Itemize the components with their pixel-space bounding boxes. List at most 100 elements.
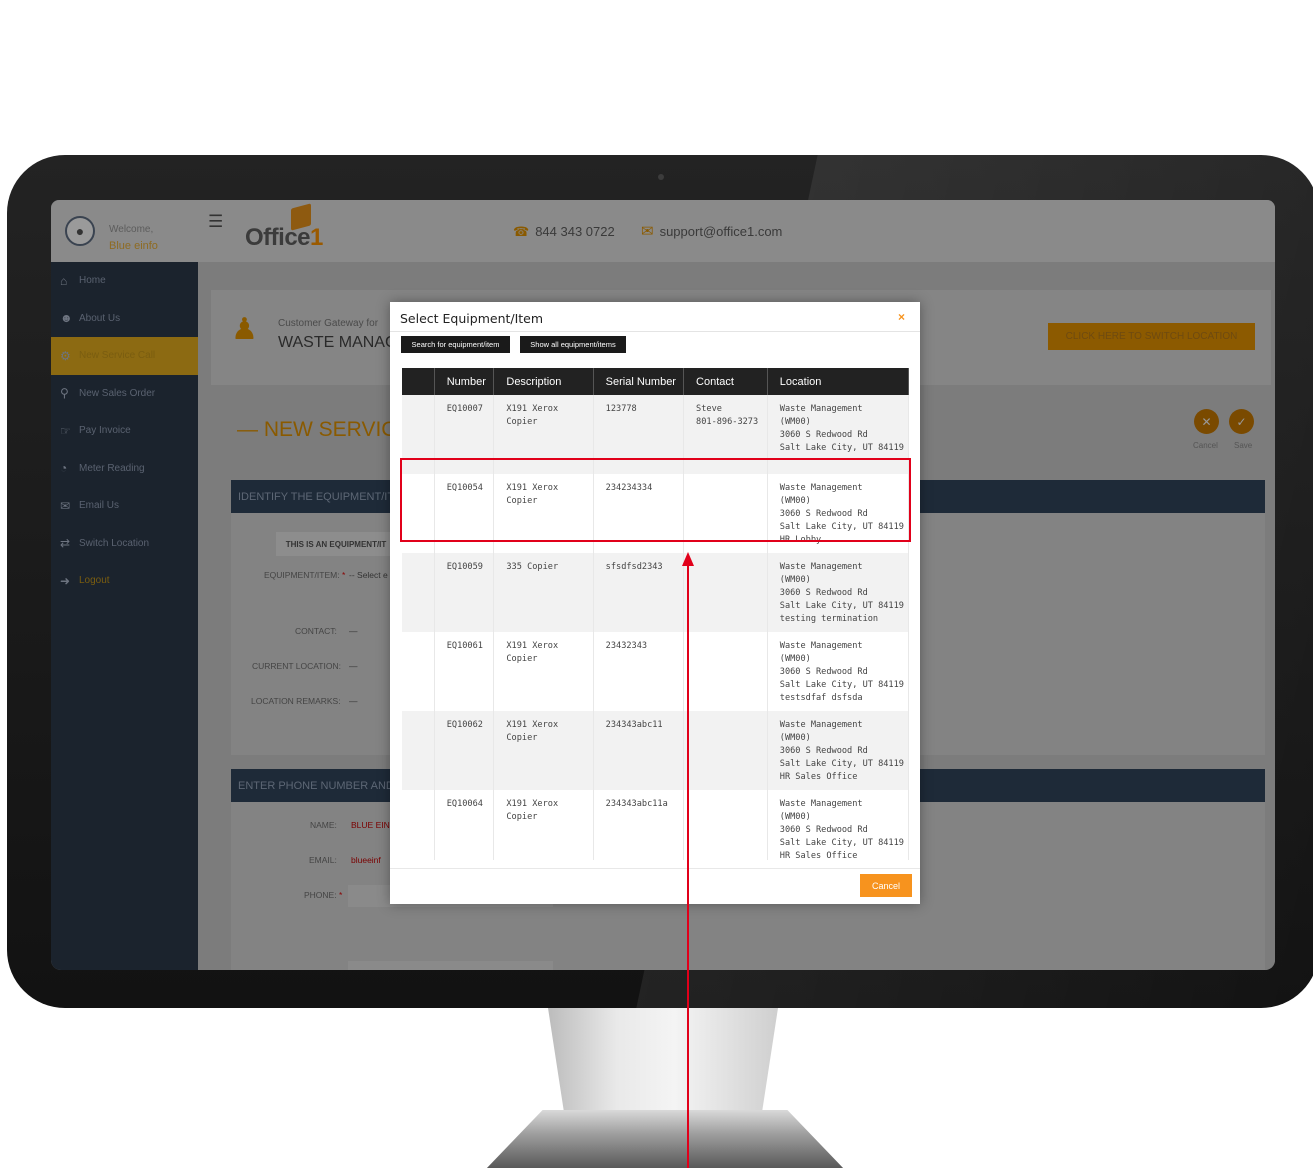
close-icon[interactable]: ×: [898, 310, 905, 324]
location-line: 3060 S Redwood Rd: [779, 746, 868, 756]
column-header-number[interactable]: Number: [434, 368, 495, 395]
description-line: 335 Copier: [506, 562, 559, 572]
modal-footer-divider: [390, 868, 920, 869]
description-line: Copier: [506, 654, 538, 664]
avatar-icon[interactable]: ●: [65, 216, 95, 246]
email-contact[interactable]: ✉ support@office1.com: [641, 222, 782, 240]
location-line: testsdfaf dsfsda: [779, 693, 863, 703]
sidebar-item-new-service-call[interactable]: ⚙ New Service Call: [51, 337, 198, 375]
location-line: testing termination: [779, 614, 879, 624]
contact-line: Steve: [696, 404, 722, 414]
table-row[interactable]: EQ10064 X191 Xerox Copier 234343abc11a Wa…: [402, 790, 909, 860]
location-line: Waste Management: [779, 562, 863, 572]
location-remarks-label: LOCATION REMARKS:: [251, 696, 341, 706]
number-cell: EQ10064: [434, 790, 495, 860]
sidebar-item-email-us[interactable]: ✉ Email Us: [51, 487, 198, 525]
sidebar-item-label: New Service Call: [79, 350, 156, 362]
location-line: (WM00): [779, 417, 811, 427]
column-header-location[interactable]: Location: [767, 368, 909, 395]
equipment-select[interactable]: -- Select e: [349, 570, 388, 580]
description-cell: X191 Xerox Copier: [493, 790, 594, 860]
column-header-serial-number[interactable]: Serial Number: [593, 368, 685, 395]
contact-value: —: [349, 626, 358, 636]
extra-input[interactable]: [348, 961, 553, 970]
sidebar-item-label: Logout: [79, 575, 110, 587]
location-line: (WM00): [779, 733, 811, 743]
meter-icon: ◔: [60, 461, 68, 476]
contact-line: 801-896-3273: [696, 417, 759, 427]
monitor-screen: ● Welcome, Blue einfo ☰ Office1 ☎ 844 343…: [51, 200, 1275, 970]
table-row[interactable]: EQ10061 X191 Xerox Copier 23432343 Waste …: [402, 632, 909, 711]
location-remarks-value: —: [349, 696, 358, 706]
search-equipment-button[interactable]: Search for equipment/item: [401, 336, 510, 353]
contact-cell: [683, 632, 768, 711]
cancel-circle-icon[interactable]: ✕: [1194, 409, 1219, 434]
column-header-description[interactable]: Description: [493, 368, 594, 395]
row-select-cell[interactable]: [402, 632, 435, 711]
show-all-equipment-button[interactable]: Show all equipment/items: [520, 336, 626, 353]
location-line: Salt Lake City, UT 84119: [779, 759, 904, 769]
gateway-label: Customer Gateway for: [278, 318, 379, 329]
sidebar-item-about-us[interactable]: ☻ About Us: [51, 300, 198, 338]
column-header-contact[interactable]: Contact: [683, 368, 768, 395]
sidebar-item-new-sales-order[interactable]: ⚲ New Sales Order: [51, 375, 198, 413]
sidebar-item-label: Home: [79, 275, 106, 287]
description-line: Copier: [506, 812, 538, 822]
description-line: X191 Xerox: [506, 799, 559, 809]
sidebar-item-logout[interactable]: ➜ Logout: [51, 562, 198, 600]
location-line: 3060 S Redwood Rd: [779, 667, 868, 677]
sidebar-nav: ⌂ Home ☻ About Us ⚙ New Service Call ⚲ New S…: [51, 262, 198, 600]
row-select-cell[interactable]: [402, 711, 435, 790]
logo[interactable]: Office1: [245, 224, 323, 252]
location-line: Salt Lake City, UT 84119: [779, 601, 904, 611]
service-icon: ⚙: [60, 348, 71, 363]
description-cell: X191 Xerox Copier: [493, 632, 594, 711]
equipment-table-wrap: Number Description Serial Number Contact…: [402, 368, 909, 860]
cancel-button[interactable]: Cancel: [860, 874, 912, 897]
gateway-customer: WASTE MANAGE: [278, 334, 409, 351]
table-row[interactable]: EQ10062 X191 Xerox Copier 234343abc11 Was…: [402, 711, 909, 790]
contact-label: CONTACT:: [295, 626, 337, 636]
switch-icon: ⇄: [60, 536, 71, 551]
serial-cell: 234343abc11a: [593, 790, 685, 860]
location-cell: Waste Management (WM00) 3060 S Redwood Rd S…: [767, 632, 909, 711]
mail-icon: ✉: [60, 498, 71, 513]
name-label: NAME:: [310, 820, 337, 830]
sidebar-item-label: Meter Reading: [79, 462, 145, 474]
description-cell: 335 Copier: [493, 553, 594, 632]
sidebar-item-pay-invoice[interactable]: ☞ Pay Invoice: [51, 412, 198, 450]
location-line: (WM00): [779, 575, 811, 585]
highlight-box: [400, 458, 911, 542]
table-row[interactable]: EQ10059 335 Copier sfsdfsd2343 Waste Man…: [402, 553, 909, 632]
location-line: HR Sales Office: [779, 772, 858, 782]
location-line: 3060 S Redwood Rd: [779, 588, 868, 598]
app-background: ● Welcome, Blue einfo ☰ Office1 ☎ 844 343…: [51, 200, 1275, 970]
phone-label-text: PHONE:: [304, 890, 337, 900]
sidebar-item-home[interactable]: ⌂ Home: [51, 262, 198, 300]
row-select-cell[interactable]: [402, 790, 435, 860]
camera-icon: [658, 174, 664, 180]
home-icon: ⌂: [60, 273, 68, 288]
welcome-text: Welcome,: [109, 224, 154, 235]
envelope-icon: ✉: [641, 223, 654, 240]
switch-location-button[interactable]: CLICK HERE TO SWITCH LOCATION: [1048, 323, 1255, 350]
sidebar-item-meter-reading[interactable]: ◔ Meter Reading: [51, 450, 198, 488]
equipment-type-box[interactable]: THIS IS AN EQUIPMENT/IT: [276, 532, 396, 556]
location-line: 3060 S Redwood Rd: [779, 430, 868, 440]
logo-text: Office: [245, 224, 311, 251]
phone-contact[interactable]: ☎ 844 343 0722: [513, 224, 615, 240]
sidebar-item-switch-location[interactable]: ⇄ Switch Location: [51, 525, 198, 563]
description-line: Copier: [506, 733, 538, 743]
equipment-label-text: EQUIPMENT/ITEM:: [264, 570, 340, 580]
save-circle-icon[interactable]: ✓: [1229, 409, 1254, 434]
hamburger-menu-icon[interactable]: ☰: [208, 212, 223, 232]
contact-cell: [683, 790, 768, 860]
row-select-cell[interactable]: [402, 553, 435, 632]
description-line: X191 Xerox: [506, 641, 559, 651]
location-line: Waste Management: [779, 404, 863, 414]
user-name: Blue einfo: [109, 240, 158, 252]
current-location-value: —: [349, 661, 358, 671]
user-icon: ☻: [60, 311, 73, 326]
equipment-table: Number Description Serial Number Contact…: [402, 368, 909, 860]
location-line: Waste Management: [779, 720, 863, 730]
